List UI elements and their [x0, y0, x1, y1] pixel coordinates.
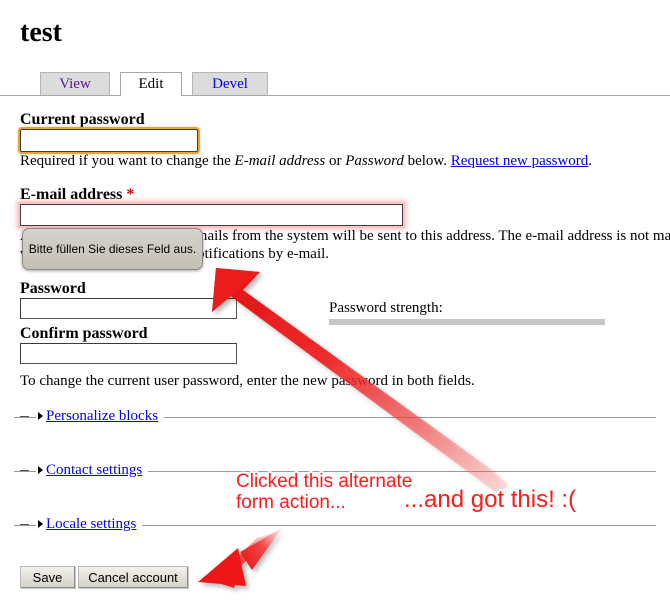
tab-view[interactable]: View: [40, 72, 110, 95]
cp-desc-part-2: or: [325, 153, 346, 169]
caret-right-icon: [38, 465, 43, 474]
fieldset-legend-contact-settings[interactable]: Contact settings: [36, 462, 149, 479]
fieldset-locale-settings: Locale settings: [14, 516, 656, 533]
save-button[interactable]: Save: [20, 566, 75, 588]
tab-edit[interactable]: Edit: [120, 72, 182, 96]
cp-desc-em-password: Password: [345, 153, 404, 169]
minus-icon[interactable]: [20, 416, 29, 417]
page-title: test: [20, 17, 62, 48]
annotation-clicked-text: Clicked this alternate form action...: [236, 471, 413, 513]
confirm-password-description: To change the current user password, ent…: [20, 373, 475, 389]
form-actions: Save Cancel account: [20, 566, 188, 588]
email-input[interactable]: [20, 204, 403, 226]
cp-desc-em-email: E-mail address: [234, 153, 326, 169]
password-label: Password: [20, 280, 86, 297]
tab-view-label: View: [59, 76, 91, 92]
cp-desc-part-3: below.: [403, 153, 451, 169]
current-password-label: Current password: [20, 111, 145, 128]
fieldset-link-contact-settings[interactable]: Contact settings: [46, 462, 142, 478]
arrow-down-left-icon: [198, 528, 282, 588]
caret-right-icon: [38, 519, 43, 528]
cp-desc-part-4: .: [588, 153, 593, 169]
fieldset-link-personalize-blocks[interactable]: Personalize blocks: [46, 408, 158, 424]
fieldset-legend-personalize-blocks[interactable]: Personalize blocks: [36, 408, 165, 425]
password-input[interactable]: [20, 298, 237, 319]
fieldset-link-locale-settings[interactable]: Locale settings: [46, 516, 136, 532]
email-label-wrap: E-mail address *: [20, 186, 134, 204]
page-root: test View Edit Devel Current password Re…: [0, 0, 670, 606]
confirm-password-label: Confirm password: [20, 325, 148, 342]
tab-bar: View Edit Devel: [0, 72, 670, 96]
caret-right-icon: [38, 411, 43, 420]
tab-devel-label: Devel: [212, 76, 248, 92]
fieldset-personalize-blocks: Personalize blocks: [14, 408, 656, 425]
tab-edit-label: Edit: [138, 76, 164, 92]
cancel-account-button[interactable]: Cancel account: [78, 566, 188, 588]
minus-icon[interactable]: [20, 470, 29, 471]
password-strength-label: Password strength:: [329, 300, 443, 316]
password-strength-meter: [329, 319, 605, 325]
request-new-password-link[interactable]: Request new password: [451, 153, 588, 169]
current-password-description: Required if you want to change the E-mai…: [20, 153, 592, 170]
email-required-marker: *: [126, 186, 135, 203]
minus-icon[interactable]: [20, 524, 29, 525]
tab-devel[interactable]: Devel: [192, 72, 268, 95]
current-password-input[interactable]: [20, 129, 198, 152]
annotation-got-this-text: ...and got this! :(: [404, 486, 577, 513]
fieldset-legend-locale-settings[interactable]: Locale settings: [36, 516, 143, 533]
email-label: E-mail address: [20, 186, 123, 203]
cp-desc-part-1: Required if you want to change the: [20, 153, 235, 169]
email-validation-tooltip: Bitte füllen Sie dieses Feld aus.: [22, 228, 203, 270]
confirm-password-input[interactable]: [20, 343, 237, 364]
